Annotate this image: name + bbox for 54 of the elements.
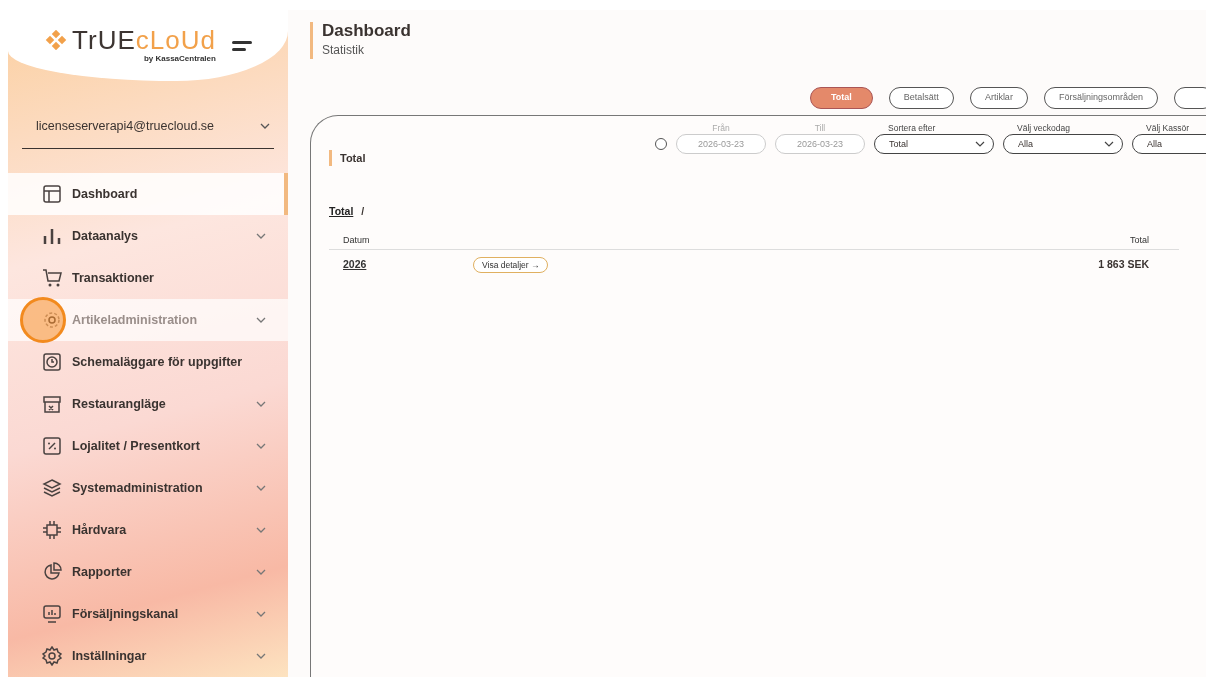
radio-button[interactable] (655, 138, 667, 151)
sidebar-item[interactable]: Dataanalys (8, 215, 288, 257)
sidebar-item[interactable]: Inställningar (8, 635, 288, 677)
sidebar-item[interactable]: Systemadministration (8, 467, 288, 509)
field-label: Från (712, 121, 730, 135)
column-header: Total (1129, 233, 1150, 247)
layers-icon (42, 478, 62, 498)
chip-icon (42, 520, 62, 540)
column-header: Datum (343, 233, 371, 247)
breadcrumb-separator: / (361, 204, 365, 220)
card-title: Total (329, 149, 645, 167)
storefront-icon (42, 394, 62, 414)
field-label: Sortera efter (887, 121, 936, 135)
menu-icon[interactable] (231, 39, 252, 52)
sidebar-item[interactable]: Dashboard (8, 173, 288, 215)
logo-wordmark: TrUEcLoUd (72, 26, 216, 53)
settings-icon (42, 646, 62, 666)
logo-tagline: by KassaCentralen (143, 52, 216, 65)
chevron-down-icon (260, 123, 270, 131)
tab[interactable]: Försäljningsområden (1043, 86, 1158, 109)
sidebar-item[interactable]: Restaurangläge (8, 383, 288, 425)
diamond-logo-icon (44, 29, 69, 50)
sidebar-item[interactable]: Rapporter (8, 551, 288, 593)
field-label: Välj Kassör (1145, 121, 1189, 135)
tab[interactable]: Betalsätt (888, 86, 954, 109)
select-field[interactable]: Alla (1132, 134, 1206, 155)
layout-icon (42, 184, 62, 204)
details-button[interactable]: Visa detaljer → (473, 256, 549, 274)
pie-chart-icon (42, 562, 62, 582)
page-title: Dashboard (322, 22, 412, 41)
sidebar-item[interactable]: Transaktioner (8, 257, 288, 299)
field-label: Välj veckodag (1016, 121, 1070, 135)
sidebar-item[interactable]: Hårdvara (8, 509, 288, 551)
select-field[interactable]: Total (874, 134, 994, 155)
tab[interactable]: Artiklar (969, 86, 1028, 109)
page-subtitle: Statistik (322, 41, 365, 59)
sidebar-item[interactable]: Försäljningskanal (8, 593, 288, 635)
monitor-chart-icon (42, 604, 62, 624)
field-label: Till (814, 121, 826, 135)
cart-icon (42, 268, 62, 288)
breadcrumb-link[interactable]: Total (329, 204, 354, 220)
account-selector[interactable]: licenseserverapi4@truecloud.se (22, 107, 274, 149)
year-link[interactable]: 2026 (343, 258, 367, 271)
bar-chart-icon (42, 226, 62, 246)
percent-tag-icon (42, 436, 62, 456)
table-cell-text: 1 863 SEK (1097, 257, 1150, 273)
sidebar-item[interactable]: Lojalitet / Presentkort (8, 425, 288, 467)
gear-icon (42, 310, 62, 330)
tab[interactable] (1173, 86, 1206, 109)
clock-icon (42, 352, 62, 372)
sidebar-item[interactable]: Schemaläggare för uppgifter (8, 341, 288, 383)
chevron-down-icon (1104, 140, 1114, 148)
chevron-down-icon (975, 140, 985, 148)
select-field[interactable]: Alla (1003, 134, 1123, 155)
